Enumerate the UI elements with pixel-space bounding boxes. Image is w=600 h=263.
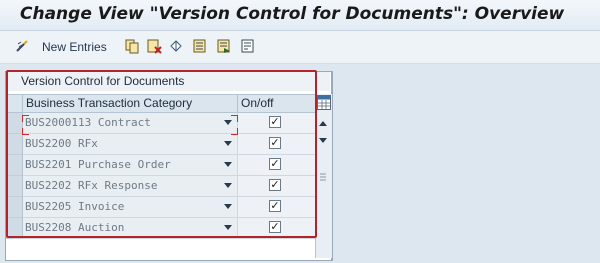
table-header: Business Transaction Category On/off xyxy=(6,94,315,113)
chevron-down-icon[interactable] xyxy=(224,162,232,167)
chevron-down-icon[interactable] xyxy=(224,120,232,125)
category-value: BUS2202 RFx Response xyxy=(25,179,158,192)
row-selector[interactable] xyxy=(6,155,23,176)
category-dropdown[interactable]: BUS2202 RFx Response xyxy=(23,176,238,197)
category-value: BUS2000113 Contract xyxy=(25,116,151,129)
copy-icon[interactable] xyxy=(124,38,140,54)
scroll-thumb[interactable] xyxy=(319,172,327,182)
column-header-onoff[interactable]: On/off xyxy=(238,95,315,112)
onoff-cell: ✓ xyxy=(238,176,315,197)
table-row: BUS2205 Invoice ✓ xyxy=(6,197,315,218)
category-value: BUS2208 Auction xyxy=(25,221,125,234)
onoff-checkbox[interactable]: ✓ xyxy=(269,158,281,170)
select-block-icon[interactable] xyxy=(216,38,232,54)
column-header-category[interactable]: Business Transaction Category xyxy=(23,95,238,112)
onoff-checkbox[interactable]: ✓ xyxy=(269,116,281,128)
application-toolbar: New Entries xyxy=(0,31,600,64)
chevron-down-icon[interactable] xyxy=(224,141,232,146)
new-entries-button[interactable]: New Entries xyxy=(42,40,107,54)
category-value: BUS2200 RFx xyxy=(25,137,98,150)
table-row: BUS2000113 Contract ✓ xyxy=(6,113,315,134)
onoff-cell: ✓ xyxy=(238,155,315,176)
title-bar: Change View "Version Control for Documen… xyxy=(0,0,600,31)
onoff-cell: ✓ xyxy=(238,218,315,239)
table-title: Version Control for Documents xyxy=(6,72,330,91)
chevron-down-icon[interactable] xyxy=(224,183,232,188)
table-row: BUS2208 Auction ✓ xyxy=(6,218,315,239)
table-row: BUS2200 RFx ✓ xyxy=(6,134,315,155)
row-selector[interactable] xyxy=(6,134,23,155)
scroll-down-icon[interactable] xyxy=(319,138,327,143)
row-selector[interactable] xyxy=(6,176,23,197)
new-entries-icon[interactable] xyxy=(15,38,31,54)
chevron-down-icon[interactable] xyxy=(224,204,232,209)
table-settings-icon[interactable] xyxy=(317,95,331,110)
row-selector[interactable] xyxy=(6,197,23,218)
row-selector[interactable] xyxy=(6,218,23,239)
category-value: BUS2201 Purchase Order xyxy=(25,158,171,171)
category-dropdown[interactable]: BUS2200 RFx xyxy=(23,134,238,155)
category-dropdown[interactable]: BUS2208 Auction xyxy=(23,218,238,239)
onoff-checkbox[interactable]: ✓ xyxy=(269,137,281,149)
delete-icon[interactable] xyxy=(146,38,162,54)
select-all-rows-button[interactable] xyxy=(6,95,23,112)
onoff-checkbox[interactable]: ✓ xyxy=(269,179,281,191)
table-body: BUS2000113 Contract ✓ BUS2200 RFx ✓ BUS2… xyxy=(6,113,315,239)
category-dropdown[interactable]: BUS2201 Purchase Order xyxy=(23,155,238,176)
category-dropdown[interactable]: BUS2205 Invoice xyxy=(23,197,238,218)
row-selector[interactable] xyxy=(6,113,23,134)
chevron-down-icon[interactable] xyxy=(224,225,232,230)
page-title: Change View "Version Control for Documen… xyxy=(20,4,565,24)
select-all-icon[interactable] xyxy=(192,38,208,54)
vertical-scrollbar[interactable] xyxy=(315,94,332,258)
onoff-cell: ✓ xyxy=(238,134,315,155)
onoff-checkbox[interactable]: ✓ xyxy=(269,221,281,233)
table-row: BUS2201 Purchase Order ✓ xyxy=(6,155,315,176)
category-value: BUS2205 Invoice xyxy=(25,200,125,213)
deselect-all-icon[interactable] xyxy=(240,38,256,54)
scroll-up-icon[interactable] xyxy=(319,121,327,126)
undo-icon[interactable] xyxy=(168,38,184,54)
onoff-checkbox[interactable]: ✓ xyxy=(269,200,281,212)
onoff-cell: ✓ xyxy=(238,197,315,218)
table-row: BUS2202 RFx Response ✓ xyxy=(6,176,315,197)
onoff-cell: ✓ xyxy=(238,113,315,134)
category-dropdown[interactable]: BUS2000113 Contract xyxy=(23,113,238,134)
